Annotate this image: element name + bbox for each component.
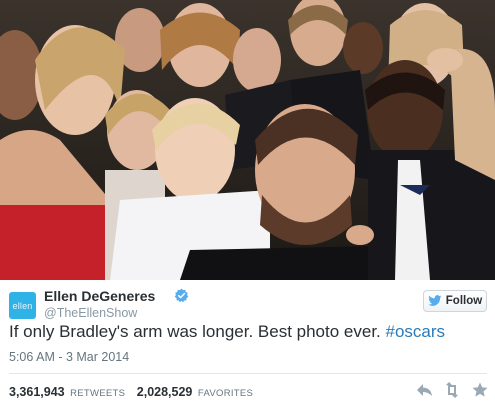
hashtag-link[interactable]: #oscars <box>386 322 446 341</box>
author-avatar[interactable]: ellen <box>9 292 36 319</box>
reply-button[interactable] <box>416 382 434 400</box>
twitter-bird-icon <box>428 295 442 306</box>
author-name[interactable]: Ellen DeGeneres <box>44 288 155 304</box>
favorite-button[interactable] <box>471 382 489 400</box>
retweet-button[interactable] <box>443 382 461 400</box>
tweet-body: If only Bradley's arm was longer. Best p… <box>9 322 381 341</box>
retweet-icon <box>446 382 458 398</box>
divider <box>9 373 487 374</box>
author-handle[interactable]: @TheEllenShow <box>44 306 137 320</box>
verified-badge-icon <box>174 288 189 303</box>
favorites-label: FAVORITES <box>197 388 254 399</box>
tweet-photo[interactable] <box>0 0 495 280</box>
follow-button[interactable]: Follow <box>423 290 487 312</box>
embedded-tweet: ellen Ellen DeGeneres @TheEllenShow Foll… <box>0 0 495 407</box>
follow-label: Follow <box>445 295 483 307</box>
favorites-count[interactable]: 2,028,529 <box>137 385 193 399</box>
retweets-count[interactable]: 3,361,943 <box>9 385 65 399</box>
avatar-text: ellen <box>12 300 33 311</box>
retweets-label: RETWEETS <box>70 388 126 399</box>
reply-icon <box>417 384 432 396</box>
tweet-timestamp[interactable]: 5:06 AM - 3 Mar 2014 <box>9 350 129 364</box>
tweet-text: If only Bradley's arm was longer. Best p… <box>9 322 445 342</box>
favorite-star-icon <box>472 382 488 397</box>
tweet-stats: 3,361,943 RETWEETS 2,028,529 FAVORITES <box>9 385 261 399</box>
